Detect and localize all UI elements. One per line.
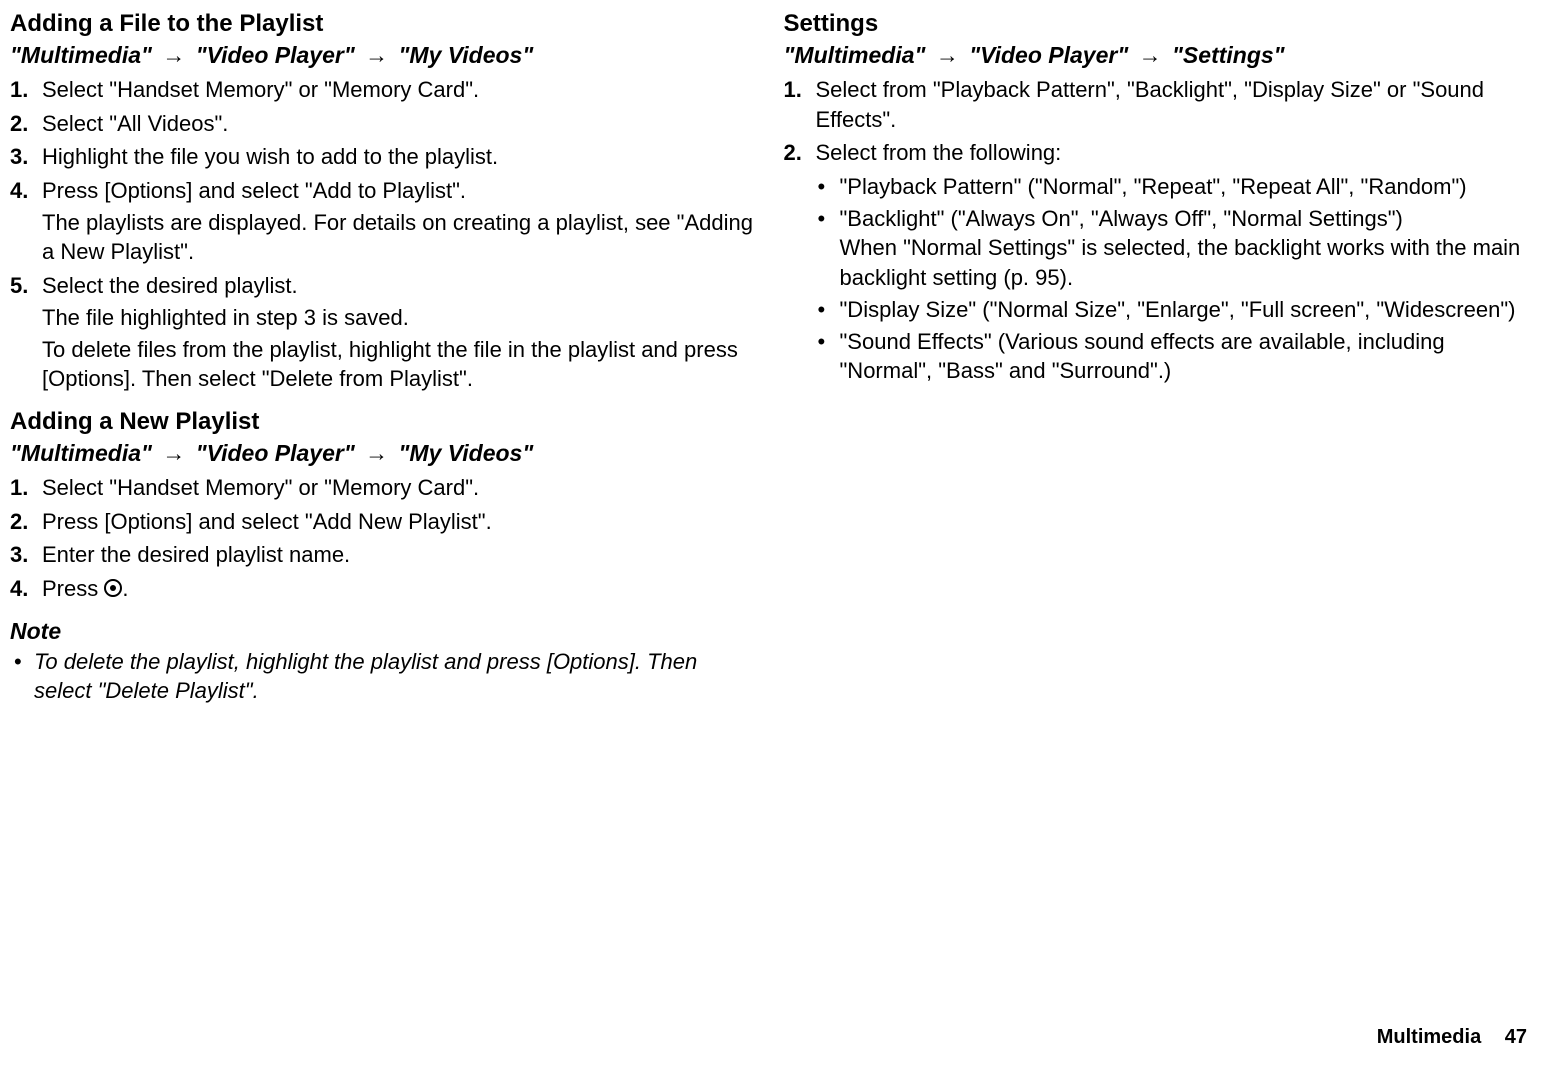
step-item: Select from "Playback Pattern", "Backlig… bbox=[784, 75, 1528, 134]
left-column: Adding a File to the Playlist "Multimedi… bbox=[10, 10, 754, 720]
bullet-text: "Display Size" ("Normal Size", "Enlarge"… bbox=[840, 297, 1516, 322]
nav-segment: "Video Player" bbox=[969, 42, 1128, 68]
footer-label: Multimedia bbox=[1377, 1026, 1481, 1048]
step-item: Press [Options] and select "Add New Play… bbox=[10, 507, 754, 537]
nav-segment: "My Videos" bbox=[399, 440, 534, 466]
nav-segment: "Multimedia" bbox=[784, 42, 926, 68]
note-title: Note bbox=[10, 618, 754, 645]
step-text: Press [Options] and select "Add to Playl… bbox=[42, 178, 466, 203]
step-detail: The playlists are displayed. For details… bbox=[42, 208, 754, 267]
nav-segment: "Settings" bbox=[1172, 42, 1285, 68]
section-settings: Settings "Multimedia" → "Video Player" →… bbox=[784, 10, 1528, 386]
step-text-prefix: Press bbox=[42, 576, 104, 601]
arrow-icon: → bbox=[932, 42, 963, 68]
step-item: Enter the desired playlist name. bbox=[10, 540, 754, 570]
nav-segment: "Video Player" bbox=[196, 42, 355, 68]
note-list: To delete the playlist, highlight the pl… bbox=[10, 647, 754, 706]
bullet-item: "Playback Pattern" ("Normal", "Repeat", … bbox=[816, 172, 1528, 202]
step-text: Highlight the file you wish to add to th… bbox=[42, 144, 498, 169]
section-add-file: Adding a File to the Playlist "Multimedi… bbox=[10, 10, 754, 394]
section-title: Settings bbox=[784, 10, 1528, 38]
step-text: Select from the following: bbox=[816, 140, 1062, 165]
step-item: Press . bbox=[10, 574, 754, 604]
nav-path: "Multimedia" → "Video Player" → "My Vide… bbox=[10, 440, 754, 467]
arrow-icon: → bbox=[361, 440, 392, 466]
bullet-text: "Sound Effects" (Various sound effects a… bbox=[840, 329, 1445, 384]
step-text: Press [Options] and select "Add New Play… bbox=[42, 509, 492, 534]
nav-segment: "My Videos" bbox=[399, 42, 534, 68]
right-column: Settings "Multimedia" → "Video Player" →… bbox=[784, 10, 1528, 720]
bullet-item: "Display Size" ("Normal Size", "Enlarge"… bbox=[816, 295, 1528, 325]
bullet-item: "Sound Effects" (Various sound effects a… bbox=[816, 327, 1528, 386]
step-text: Select "Handset Memory" or "Memory Card"… bbox=[42, 475, 479, 500]
step-text: Enter the desired playlist name. bbox=[42, 542, 350, 567]
section-title: Adding a File to the Playlist bbox=[10, 10, 754, 38]
nav-path: "Multimedia" → "Video Player" → "My Vide… bbox=[10, 42, 754, 69]
note-item: To delete the playlist, highlight the pl… bbox=[10, 647, 754, 706]
step-detail: The file highlighted in step 3 is saved. bbox=[42, 303, 754, 333]
section-title: Adding a New Playlist bbox=[10, 408, 754, 436]
step-text: Select from "Playback Pattern", "Backlig… bbox=[816, 77, 1485, 132]
step-item: Select the desired playlist. The file hi… bbox=[10, 271, 754, 394]
nav-segment: "Video Player" bbox=[196, 440, 355, 466]
page-columns: Adding a File to the Playlist "Multimedi… bbox=[10, 10, 1527, 720]
nav-segment: "Multimedia" bbox=[10, 440, 152, 466]
step-item: Select "Handset Memory" or "Memory Card"… bbox=[10, 473, 754, 503]
bullet-detail: When "Normal Settings" is selected, the … bbox=[840, 233, 1528, 292]
note-text: To delete the playlist, highlight the pl… bbox=[34, 649, 697, 704]
step-detail: To delete files from the playlist, highl… bbox=[42, 335, 754, 394]
nav-segment: "Multimedia" bbox=[10, 42, 152, 68]
arrow-icon: → bbox=[158, 42, 189, 68]
note-block: Note To delete the playlist, highlight t… bbox=[10, 618, 754, 706]
section-add-playlist: Adding a New Playlist "Multimedia" → "Vi… bbox=[10, 408, 754, 604]
steps-list: Select "Handset Memory" or "Memory Card"… bbox=[10, 75, 754, 394]
step-item: Select "Handset Memory" or "Memory Card"… bbox=[10, 75, 754, 105]
step-item: Select "All Videos". bbox=[10, 109, 754, 139]
step-item: Highlight the file you wish to add to th… bbox=[10, 142, 754, 172]
bullet-text: "Playback Pattern" ("Normal", "Repeat", … bbox=[840, 174, 1467, 199]
arrow-icon: → bbox=[1135, 42, 1166, 68]
step-text: Select "Handset Memory" or "Memory Card"… bbox=[42, 77, 479, 102]
bullets-list: "Playback Pattern" ("Normal", "Repeat", … bbox=[816, 172, 1528, 386]
step-text: Select "All Videos". bbox=[42, 111, 228, 136]
footer-page-number: 47 bbox=[1505, 1026, 1527, 1048]
step-text: Select the desired playlist. bbox=[42, 273, 298, 298]
step-item: Press [Options] and select "Add to Playl… bbox=[10, 176, 754, 267]
page-footer: Multimedia 47 bbox=[1377, 1026, 1527, 1049]
steps-list: Select "Handset Memory" or "Memory Card"… bbox=[10, 473, 754, 604]
nav-path: "Multimedia" → "Video Player" → "Setting… bbox=[784, 42, 1528, 69]
steps-list: Select from "Playback Pattern", "Backlig… bbox=[784, 75, 1528, 386]
bullet-item: "Backlight" ("Always On", "Always Off", … bbox=[816, 204, 1528, 293]
arrow-icon: → bbox=[361, 42, 392, 68]
ok-button-icon bbox=[104, 579, 122, 597]
bullet-text: "Backlight" ("Always On", "Always Off", … bbox=[840, 206, 1403, 231]
step-text-suffix: . bbox=[122, 576, 128, 601]
step-item: Select from the following: "Playback Pat… bbox=[784, 138, 1528, 386]
arrow-icon: → bbox=[158, 440, 189, 466]
